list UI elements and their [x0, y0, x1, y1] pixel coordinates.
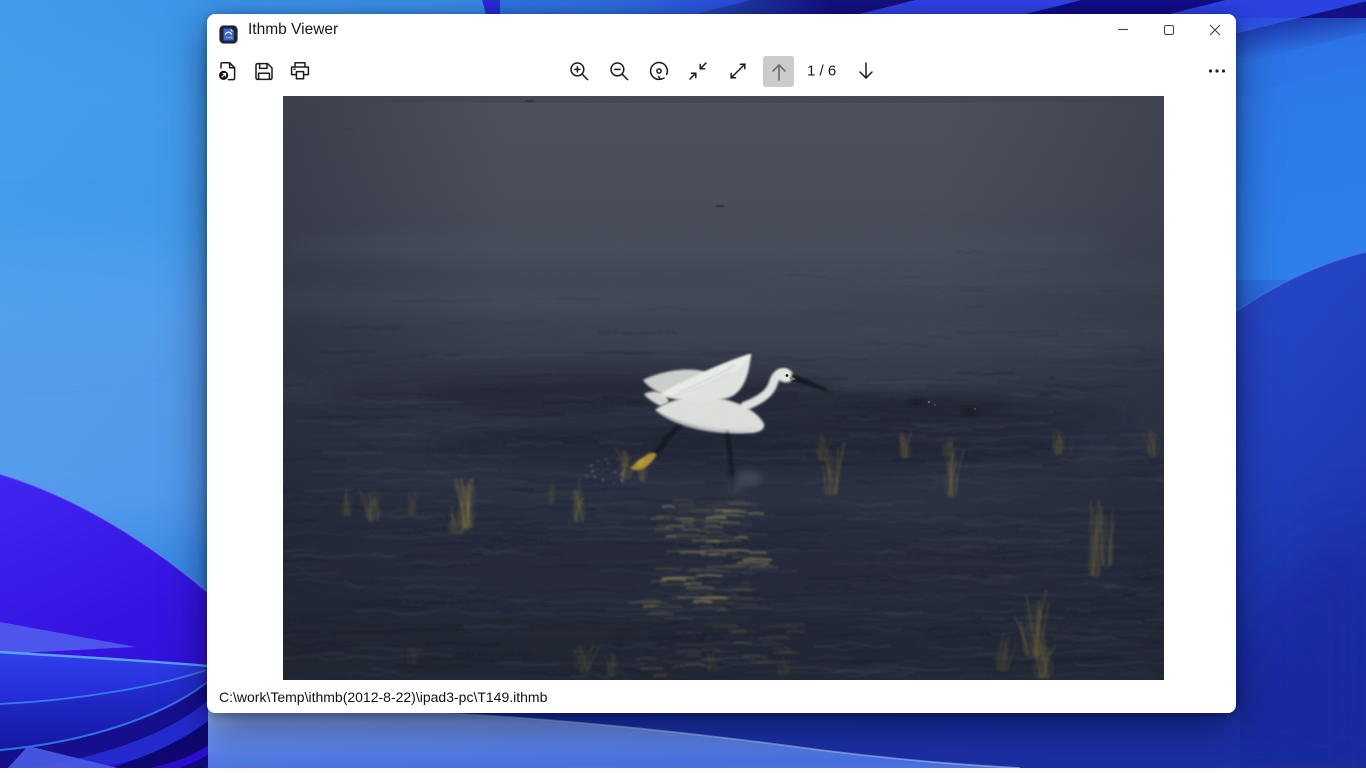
svg-text:ITHMB: ITHMB [225, 35, 233, 39]
